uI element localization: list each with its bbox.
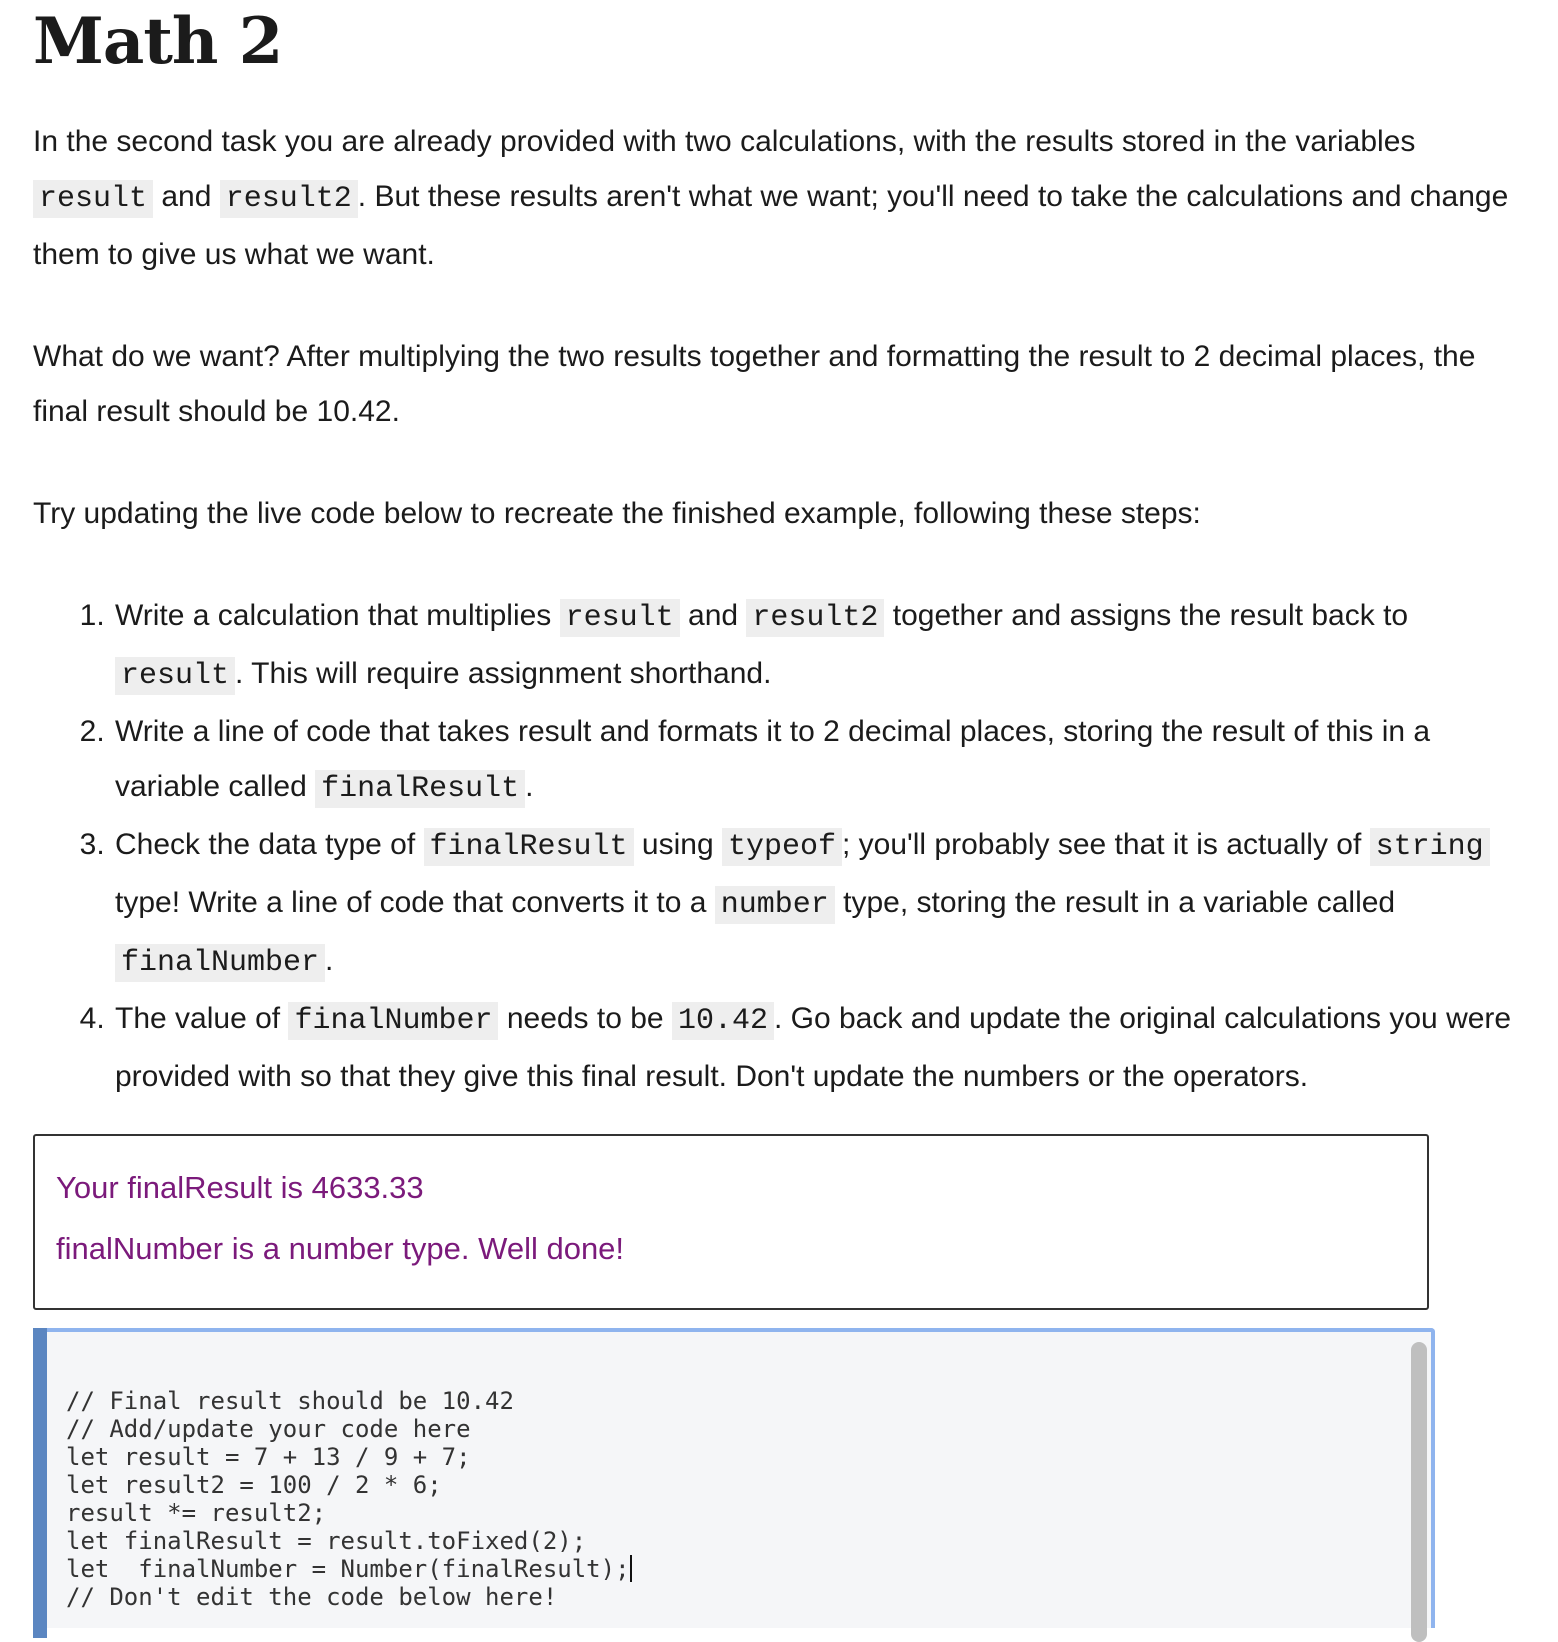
- step-3-text-2: using: [633, 828, 722, 861]
- code-line-1: // Final result should be 10.42: [66, 1387, 514, 1415]
- code-line-4: let result2 = 100 / 2 * 6;: [66, 1471, 442, 1499]
- live-code-editor[interactable]: // Final result should be 10.42 // Add/u…: [33, 1328, 1435, 1642]
- step-3-text-5: type, storing the result in a variable c…: [834, 886, 1396, 919]
- step-1-code-3: result: [115, 657, 236, 695]
- code-line-5: result *= result2;: [66, 1499, 327, 1527]
- step-4: The value of finalNumber needs to be 10.…: [113, 991, 1523, 1104]
- final-result-message: Your finalResult is 4633.33: [56, 1170, 424, 1205]
- intro-text-2: and: [153, 180, 220, 213]
- final-number-message: finalNumber is a number type. Well done!: [56, 1231, 625, 1266]
- steps-list: Write a calculation that multiplies resu…: [33, 588, 1523, 1104]
- step-3-text-6: .: [325, 944, 334, 977]
- code-line-2: // Add/update your code here: [66, 1415, 471, 1443]
- step-4-text-2: needs to be: [498, 1002, 672, 1035]
- code-line-3: let result = 7 + 13 / 9 + 7;: [66, 1443, 471, 1471]
- step-4-text-1: The value of: [115, 1002, 289, 1035]
- intro-paragraph: In the second task you are already provi…: [33, 114, 1523, 282]
- step-2-code-1: finalResult: [315, 770, 526, 808]
- intro-text-1: In the second task you are already provi…: [33, 125, 1416, 158]
- code-textarea[interactable]: // Final result should be 10.42 // Add/u…: [66, 1387, 632, 1611]
- step-1-text-4: . This will require assignment shorthand…: [235, 657, 772, 690]
- step-3-text-4: type! Write a line of code that converts…: [115, 886, 715, 919]
- inline-code-result: result: [33, 180, 154, 218]
- step-3-code-5: finalNumber: [115, 944, 326, 982]
- try-paragraph: Try updating the live code below to recr…: [33, 497, 1201, 530]
- step-1-code-1: result: [559, 599, 680, 637]
- code-line-7: let finalNumber = Number(finalResult);: [66, 1555, 630, 1583]
- editor-gutter: [33, 1328, 47, 1638]
- step-4-code-1: finalNumber: [288, 1002, 499, 1040]
- step-1-text-3: together and assigns the result back to: [884, 599, 1409, 632]
- code-line-6: let finalResult = result.toFixed(2);: [66, 1527, 587, 1555]
- page-content: Math 2 In the second task you are alread…: [33, 0, 1523, 1104]
- step-3-code-3: string: [1369, 828, 1490, 866]
- step-3: Check the data type of finalResult using…: [113, 817, 1523, 991]
- code-line-8: // Don't edit the code below here!: [66, 1583, 558, 1611]
- step-1-text-1: Write a calculation that multiplies: [115, 599, 560, 632]
- step-3-code-2: typeof: [721, 828, 842, 866]
- want-paragraph: What do we want? After multiplying the t…: [33, 340, 1476, 428]
- result-output-box: Your finalResult is 4633.33 finalNumber …: [33, 1134, 1429, 1310]
- step-1-text-2: and: [679, 599, 747, 632]
- step-3-code-1: finalResult: [423, 828, 634, 866]
- step-2-text-2: .: [525, 770, 534, 803]
- step-2: Write a line of code that takes result a…: [113, 704, 1523, 817]
- page-title: Math 2: [33, 4, 283, 79]
- step-3-code-4: number: [714, 886, 835, 924]
- step-3-text-1: Check the data type of: [115, 828, 424, 861]
- step-1-code-2: result2: [746, 599, 885, 637]
- step-1: Write a calculation that multiplies resu…: [113, 588, 1523, 704]
- inline-code-result2: result2: [219, 180, 358, 218]
- step-3-text-3: ; you'll probably see that it is actuall…: [842, 828, 1370, 861]
- step-4-code-2: 10.42: [671, 1002, 774, 1040]
- step-2-text-1: Write a line of code that takes result a…: [115, 715, 1431, 803]
- editor-scrollbar[interactable]: [1411, 1342, 1427, 1642]
- text-cursor: [629, 1555, 632, 1582]
